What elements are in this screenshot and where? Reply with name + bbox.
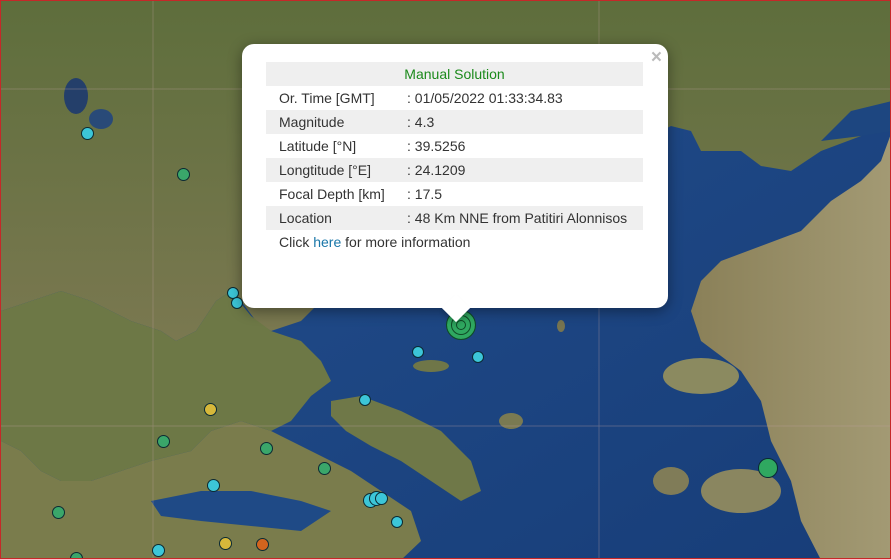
location-value: : 48 Km NNE from Patitiri Alonnisos — [405, 206, 643, 230]
event-info-table: Manual Solution Or. Time [GMT] : 01/05/2… — [266, 62, 643, 254]
earthquake-marker[interactable] — [231, 297, 243, 309]
earthquake-marker[interactable] — [391, 516, 403, 528]
origin-time-value: : 01/05/2022 01:33:34.83 — [407, 90, 563, 106]
more-info-link[interactable]: here — [313, 234, 341, 250]
earthquake-marker[interactable] — [207, 479, 220, 492]
earthquake-marker[interactable] — [157, 435, 170, 448]
latitude-value: : 39.5256 — [407, 138, 466, 154]
earthquake-marker[interactable] — [152, 544, 165, 557]
magnitude-label: Magnitude — [266, 110, 405, 134]
longitude-label: Longtitude [°E] — [266, 158, 405, 182]
more-info-suffix: for more information — [341, 234, 471, 250]
earthquake-marker[interactable] — [177, 168, 190, 181]
event-info-popup: × Manual Solution Or. Time [GMT] : 01/05… — [242, 44, 668, 323]
longitude-value: : 24.1209 — [405, 158, 643, 182]
focal-depth-label: Focal Depth [km] — [279, 186, 385, 202]
earthquake-marker[interactable] — [81, 127, 94, 140]
magnitude-value: : 4.3 — [405, 110, 643, 134]
earthquake-marker[interactable] — [52, 506, 65, 519]
more-info-line: Click here for more information — [266, 230, 643, 254]
earthquake-marker[interactable] — [758, 458, 778, 478]
earthquake-marker[interactable] — [260, 442, 273, 455]
earthquake-marker[interactable] — [204, 403, 217, 416]
close-icon[interactable]: × — [651, 47, 662, 69]
more-info-prefix: Click — [279, 234, 314, 250]
location-label: Location — [266, 206, 405, 230]
latitude-label: Latitude [°N] — [279, 138, 357, 154]
map-view[interactable]: × Manual Solution Or. Time [GMT] : 01/05… — [0, 0, 891, 559]
earthquake-marker[interactable] — [359, 394, 371, 406]
earthquake-marker[interactable] — [375, 492, 388, 505]
earthquake-marker[interactable] — [472, 351, 484, 363]
earthquake-marker[interactable] — [219, 537, 232, 550]
earthquake-marker[interactable] — [256, 538, 269, 551]
origin-time-label: Or. Time [GMT] — [279, 90, 375, 106]
earthquake-marker[interactable] — [318, 462, 331, 475]
focal-depth-value: : 17.5 — [407, 186, 443, 202]
earthquake-marker[interactable] — [70, 552, 83, 558]
solution-type-title: Manual Solution — [266, 62, 643, 86]
earthquake-marker[interactable] — [412, 346, 424, 358]
